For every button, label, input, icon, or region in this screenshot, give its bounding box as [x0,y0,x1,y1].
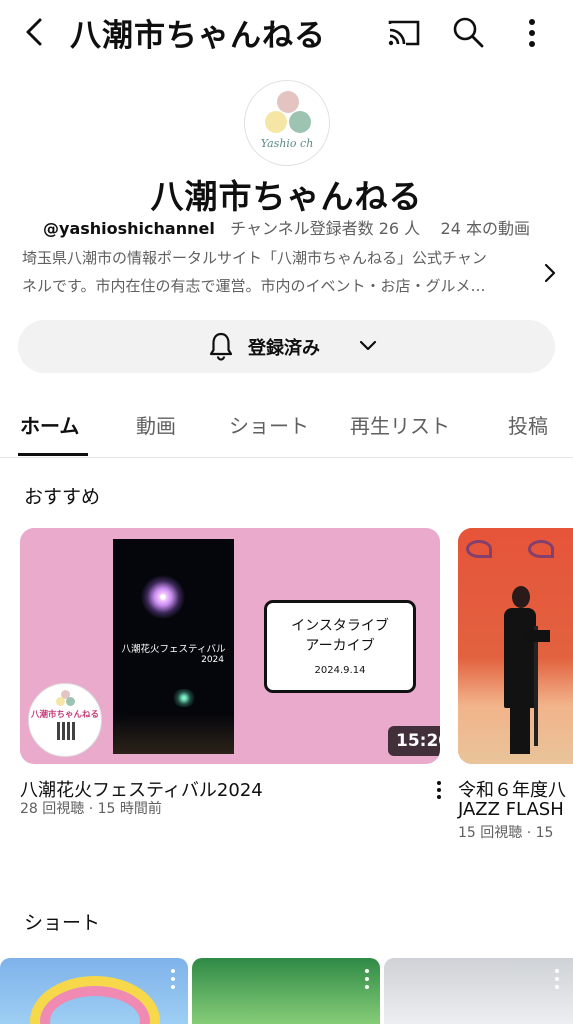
short-thumbnail[interactable] [384,958,573,1024]
video-title[interactable]: JAZZ FLASH [458,799,564,820]
subscribed-button[interactable]: 登録済み [18,320,555,373]
qr-code-icon [57,722,75,740]
poster-year: 2024 [201,655,224,665]
archive-line: アーカイブ [305,638,375,654]
channel-avatar[interactable]: Yashio ch [244,80,330,166]
section-title-recommended: おすすめ [24,486,101,508]
channel-description[interactable]: 埼玉県八潮市の情報ポータルサイト「八潮市ちゃんねる」公式チャン ネルです。市内在… [22,244,534,300]
more-vert-icon[interactable] [554,968,560,990]
search-icon[interactable] [450,14,486,50]
duration-badge: 15:20 [388,726,440,756]
archive-label-box: インスタライブ アーカイブ 2024.9.14 [264,600,416,693]
description-line: ネルです。市内在住の有志で運営。市内のイベント・お店・グルメ… [22,277,486,295]
description-line: 埼玉県八潮市の情報ポータルサイト「八潮市ちゃんねる」公式チャン [22,249,487,267]
video-thumbnail[interactable]: 八潮花火フェスティバル 2024 インスタライブ アーカイブ 2024.9.14… [20,528,440,764]
subscribed-label: 登録済み [248,338,320,358]
video-thumbnail[interactable] [458,528,573,764]
section-title-shorts: ショート [24,912,101,934]
short-thumbnail[interactable] [0,958,188,1024]
video-meta: 28 回視聴 · 15 時間前 [20,801,162,817]
bell-icon [209,332,233,361]
music-stand [534,626,538,746]
poster-image: 八潮花火フェスティバル 2024 [113,539,234,754]
channel-tabs: ホーム 動画 ショート 再生リスト 投稿 [0,396,573,458]
avatar-logo-text: Yashio ch [260,137,314,150]
tab-videos[interactable]: 動画 [136,410,176,439]
more-vert-icon[interactable] [170,968,176,990]
back-arrow-icon[interactable] [18,14,52,50]
more-vert-icon[interactable] [430,780,448,800]
stamp-channel-name: 八潮市ちゃんねる [30,710,99,720]
archive-line: インスタライブ [291,618,389,634]
archive-date: 2024.9.14 [314,665,366,676]
chevron-right-icon[interactable] [540,262,560,284]
tab-shorts[interactable]: ショート [229,410,309,439]
subscriber-count: チャンネル登録者数 26 人 [230,219,421,238]
app-bar: 八潮市ちゃんねる [0,0,573,66]
channel-stats: @yashioshichannel チャンネル登録者数 26 人 24 本の動画 [0,215,573,239]
cast-icon[interactable] [386,16,422,50]
chevron-down-icon [359,340,377,351]
video-count: 24 本の動画 [440,219,530,238]
channel-handle: @yashioshichannel [43,219,215,238]
tab-posts[interactable]: 投稿 [508,410,548,439]
short-thumbnail[interactable] [192,958,380,1024]
tab-playlists[interactable]: 再生リスト [350,410,450,439]
channel-logo-stamp: 八潮市ちゃんねる [28,683,102,757]
app-bar-title: 八潮市ちゃんねる [70,18,326,54]
channel-name: 八潮市ちゃんねる [150,177,423,216]
more-vert-icon[interactable] [518,14,546,52]
video-meta: 15 回視聴 · 15 [458,825,554,841]
active-tab-indicator [18,453,88,456]
tab-home[interactable]: ホーム [20,410,79,439]
more-vert-icon[interactable] [364,968,370,990]
